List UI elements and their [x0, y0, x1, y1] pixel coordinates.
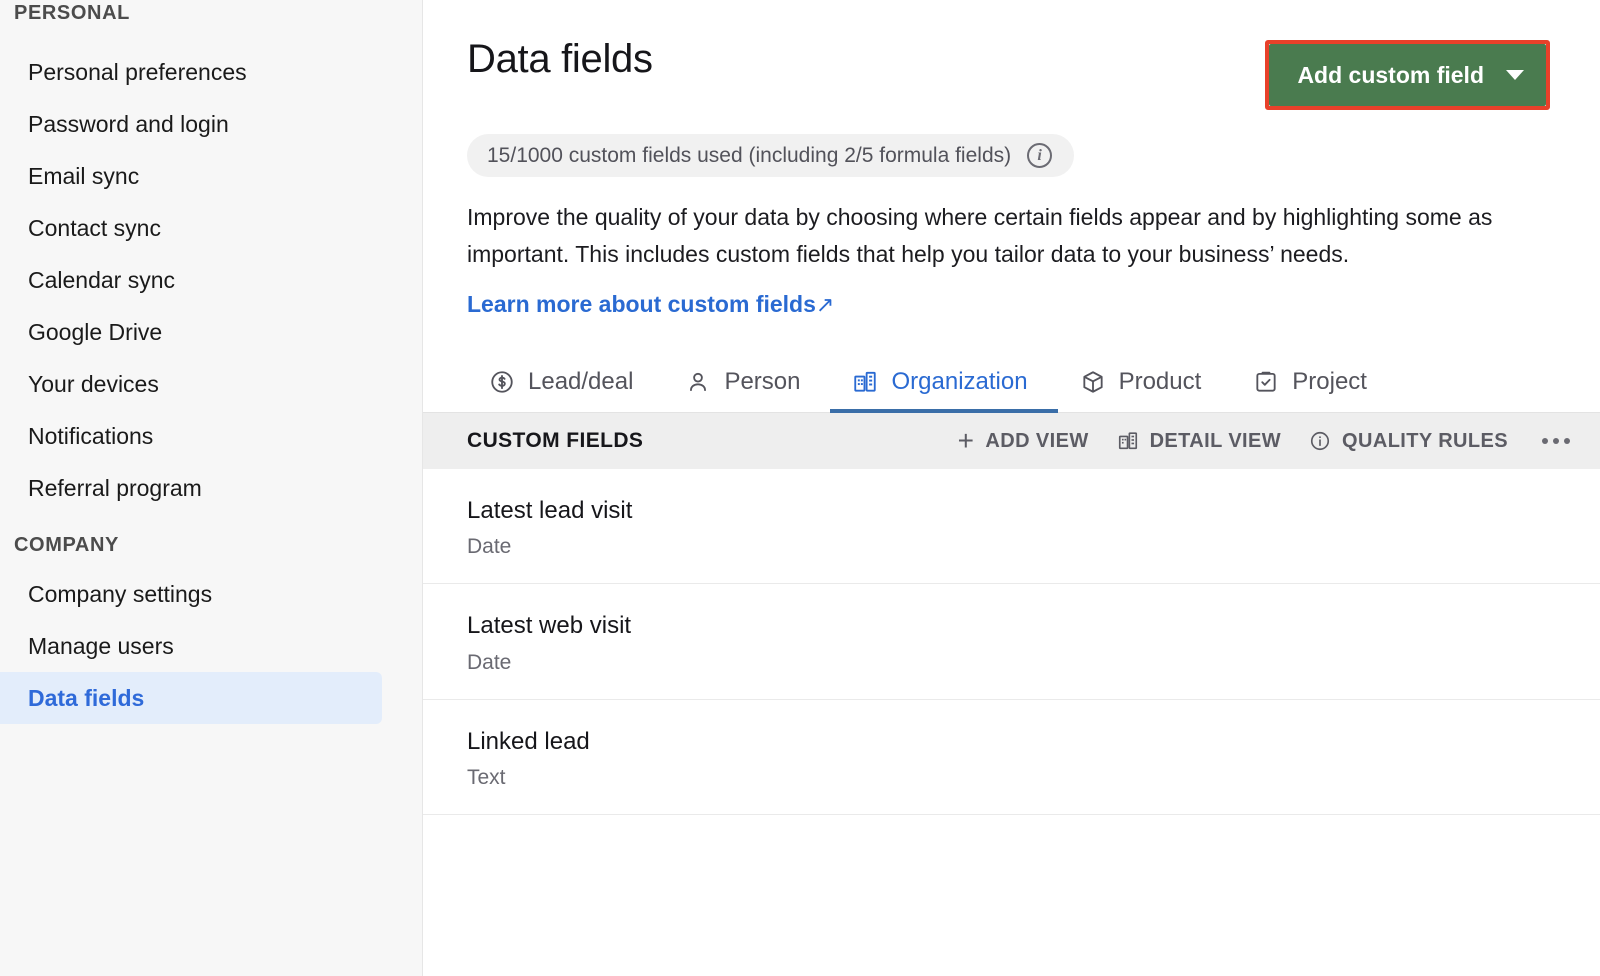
- toolbar-actions: + ADD VIEW: [958, 427, 1570, 455]
- sidebar-item-company-settings[interactable]: Company settings: [0, 568, 382, 620]
- field-type: Date: [467, 650, 1556, 675]
- quality-rules-label: QUALITY RULES: [1342, 430, 1508, 453]
- sidebar-item-notifications[interactable]: Notifications: [0, 410, 382, 462]
- field-name: Latest web visit: [467, 610, 1556, 641]
- table-row[interactable]: Latest lead visit Date: [423, 469, 1600, 584]
- sidebar-item-password-and-login[interactable]: Password and login: [0, 98, 382, 150]
- sidebar-item-contact-sync[interactable]: Contact sync: [0, 202, 382, 254]
- page-description: Improve the quality of your data by choo…: [467, 199, 1556, 273]
- sidebar-item-personal-preferences[interactable]: Personal preferences: [0, 46, 382, 98]
- custom-fields-section-title: CUSTOM FIELDS: [467, 429, 958, 453]
- external-link-icon: ↗: [816, 292, 834, 317]
- usage-text: 15/1000 custom fields used (including 2/…: [487, 144, 1011, 168]
- field-type: Date: [467, 534, 1556, 559]
- plus-icon: +: [958, 427, 975, 455]
- field-name: Latest lead visit: [467, 495, 1556, 526]
- tab-label: Project: [1292, 368, 1367, 396]
- add-custom-field-label: Add custom field: [1297, 62, 1484, 89]
- table-row[interactable]: Latest web visit Date: [423, 584, 1600, 699]
- clipboard-check-icon: [1253, 369, 1279, 395]
- package-icon: [1080, 369, 1106, 395]
- add-view-button[interactable]: + ADD VIEW: [958, 427, 1089, 455]
- sidebar-group-title-company: COMPANY: [0, 530, 422, 560]
- content-header-area: Data fields Add custom field 15/1000 cus…: [423, 0, 1600, 318]
- organization-icon: [1117, 430, 1139, 452]
- page-header: Data fields Add custom field: [467, 0, 1556, 110]
- entity-tabs: Lead/deal Person: [423, 362, 1600, 413]
- add-custom-field-highlight: Add custom field: [1265, 40, 1550, 110]
- person-icon: [685, 369, 711, 395]
- tab-label: Lead/deal: [528, 368, 633, 396]
- tab-product[interactable]: Product: [1058, 362, 1232, 412]
- field-name: Linked lead: [467, 726, 1556, 757]
- detail-view-button[interactable]: DETAIL VIEW: [1117, 430, 1281, 453]
- custom-fields-usage-badge: 15/1000 custom fields used (including 2/…: [467, 134, 1074, 177]
- info-icon[interactable]: i: [1027, 143, 1052, 168]
- page-title: Data fields: [467, 38, 653, 80]
- quality-rules-button[interactable]: QUALITY RULES: [1309, 430, 1508, 453]
- chevron-down-icon: [1506, 70, 1524, 80]
- table-row[interactable]: Linked lead Text: [423, 700, 1600, 815]
- sidebar-item-calendar-sync[interactable]: Calendar sync: [0, 254, 382, 306]
- add-custom-field-button[interactable]: Add custom field: [1269, 44, 1546, 106]
- tab-label: Product: [1119, 368, 1202, 396]
- info-icon: [1309, 430, 1331, 452]
- learn-more-link[interactable]: Learn more about custom fields↗: [467, 291, 834, 318]
- sidebar-item-email-sync[interactable]: Email sync: [0, 150, 382, 202]
- custom-fields-toolbar: CUSTOM FIELDS + ADD VIEW: [423, 413, 1600, 469]
- tab-lead-deal[interactable]: Lead/deal: [467, 362, 663, 412]
- field-type: Text: [467, 765, 1556, 790]
- main-content: Data fields Add custom field 15/1000 cus…: [423, 0, 1600, 976]
- sidebar-group-title-personal: PERSONAL: [0, 0, 422, 28]
- tab-label: Person: [724, 368, 800, 396]
- settings-page: PERSONAL Personal preferences Password a…: [0, 0, 1600, 976]
- tab-label: Organization: [891, 368, 1027, 396]
- tab-person[interactable]: Person: [663, 362, 830, 412]
- sidebar-item-data-fields[interactable]: Data fields: [0, 672, 382, 724]
- tab-organization[interactable]: Organization: [830, 362, 1057, 412]
- organization-icon: [852, 369, 878, 395]
- tab-project[interactable]: Project: [1231, 362, 1397, 412]
- learn-more-label: Learn more about custom fields: [467, 291, 816, 317]
- more-options-icon[interactable]: [1536, 438, 1570, 444]
- add-view-label: ADD VIEW: [985, 430, 1088, 453]
- sidebar-item-google-drive[interactable]: Google Drive: [0, 306, 382, 358]
- dollar-circle-icon: [489, 369, 515, 395]
- sidebar-item-your-devices[interactable]: Your devices: [0, 358, 382, 410]
- detail-view-label: DETAIL VIEW: [1150, 430, 1281, 453]
- sidebar-item-manage-users[interactable]: Manage users: [0, 620, 382, 672]
- sidebar-item-referral-program[interactable]: Referral program: [0, 462, 382, 514]
- settings-sidebar: PERSONAL Personal preferences Password a…: [0, 0, 423, 976]
